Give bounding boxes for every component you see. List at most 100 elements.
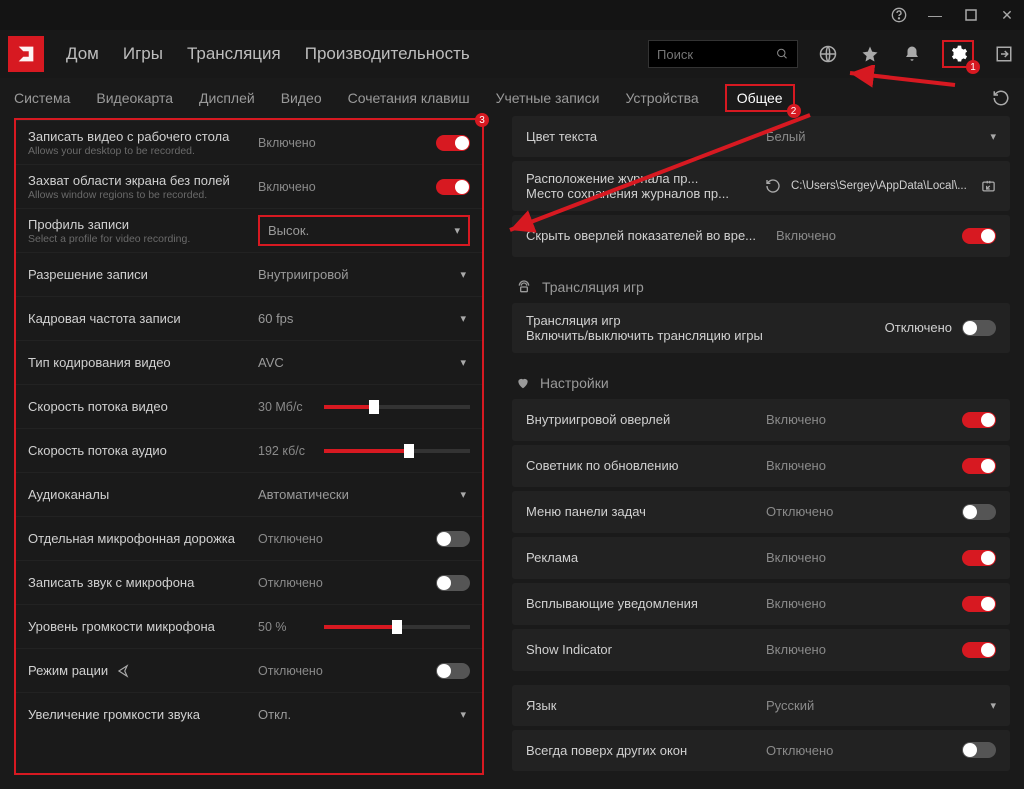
slider[interactable] bbox=[324, 449, 470, 453]
subtab-devices[interactable]: Устройства bbox=[625, 90, 698, 106]
exit-icon[interactable] bbox=[992, 42, 1016, 66]
text-color-row[interactable]: Цвет текста Белый ▾ bbox=[512, 116, 1010, 157]
maximize-icon[interactable] bbox=[962, 6, 980, 24]
text-color-value: Белый bbox=[766, 129, 990, 144]
toggle[interactable] bbox=[962, 458, 996, 474]
settings-row[interactable]: Всплывающие уведомленияВключено bbox=[512, 583, 1010, 625]
nav-home[interactable]: Дом bbox=[66, 44, 99, 64]
globe-icon[interactable] bbox=[816, 42, 840, 66]
section-stream: Трансляция игр bbox=[516, 279, 1010, 295]
hide-overlay-label: Скрыть оверлей показателей во вре... bbox=[526, 228, 776, 243]
text-color-label: Цвет текста bbox=[526, 129, 766, 144]
setting-value: 30 Мб/с bbox=[258, 400, 314, 414]
slider[interactable] bbox=[324, 625, 470, 629]
toggle[interactable] bbox=[962, 550, 996, 566]
setting-row: АудиоканалыАвтоматически▾ bbox=[16, 472, 482, 516]
dropdown[interactable]: AVC▾ bbox=[258, 355, 470, 370]
log-location-sub: Место сохранения журналов пр... bbox=[526, 186, 729, 201]
recording-panel: 3 Записать видео с рабочего столаAllows … bbox=[14, 118, 484, 775]
log-location-label: Расположение журнала пр... bbox=[526, 171, 755, 186]
subtab-accounts[interactable]: Учетные записи bbox=[496, 90, 600, 106]
toggle[interactable] bbox=[962, 596, 996, 612]
titlebar: — ✕ bbox=[0, 0, 1024, 30]
dropdown[interactable]: 60 fps▾ bbox=[258, 311, 470, 326]
toggle[interactable] bbox=[436, 531, 470, 547]
star-icon[interactable] bbox=[858, 42, 882, 66]
share-icon[interactable] bbox=[116, 664, 130, 678]
dropdown[interactable]: Внутриигровой▾ bbox=[258, 267, 470, 282]
settings-row[interactable]: Советник по обновлениюВключено bbox=[512, 445, 1010, 487]
setting-label: Захват области экрана без полейAllows wi… bbox=[28, 173, 258, 201]
help-icon[interactable] bbox=[890, 6, 908, 24]
subtab-display[interactable]: Дисплей bbox=[199, 90, 255, 106]
reset-icon[interactable] bbox=[992, 89, 1010, 107]
language-label: Язык bbox=[526, 698, 766, 713]
toggle[interactable] bbox=[962, 412, 996, 428]
chevron-down-icon: ▾ bbox=[460, 708, 466, 721]
setting-label: Тип кодирования видео bbox=[28, 355, 258, 370]
bell-icon[interactable] bbox=[900, 42, 924, 66]
ontop-label: Всегда поверх других окон bbox=[526, 743, 766, 758]
dropdown[interactable]: Высок.▾ bbox=[258, 215, 470, 246]
open-folder-icon[interactable] bbox=[981, 179, 996, 194]
setting-label: Записать звук с микрофона bbox=[28, 575, 258, 590]
settings-row-label: Советник по обновлению bbox=[526, 458, 766, 473]
stream-toggle-row[interactable]: Трансляция игр Включить/выключить трансл… bbox=[512, 303, 1010, 353]
language-row[interactable]: Язык Русский ▾ bbox=[512, 685, 1010, 726]
dropdown[interactable]: Откл.▾ bbox=[258, 707, 470, 722]
search-input[interactable] bbox=[657, 47, 776, 62]
nav-perf[interactable]: Производительность bbox=[305, 44, 470, 64]
setting-value: Отключено bbox=[258, 532, 323, 546]
setting-row: Кадровая частота записи60 fps▾ bbox=[16, 296, 482, 340]
language-value: Русский bbox=[766, 698, 990, 713]
setting-label: Скорость потока аудио bbox=[28, 443, 258, 458]
setting-row: Захват области экрана без полейAllows wi… bbox=[16, 164, 482, 208]
settings-row[interactable]: Show IndicatorВключено bbox=[512, 629, 1010, 671]
settings-button-highlight[interactable]: 1 bbox=[942, 40, 974, 68]
nav-games[interactable]: Игры bbox=[123, 44, 163, 64]
ontop-row[interactable]: Всегда поверх других окон Отключено bbox=[512, 730, 1010, 771]
subtab-general-label: Общее bbox=[737, 90, 783, 106]
dropdown[interactable]: Автоматически▾ bbox=[258, 487, 470, 502]
refresh-icon[interactable] bbox=[765, 178, 781, 194]
badge-3: 3 bbox=[475, 113, 489, 127]
toggle[interactable] bbox=[436, 575, 470, 591]
setting-label: Разрешение записи bbox=[28, 267, 258, 282]
subtab-video[interactable]: Видео bbox=[281, 90, 322, 106]
nav-stream[interactable]: Трансляция bbox=[187, 44, 281, 64]
navbar: Дом Игры Трансляция Производительность 1 bbox=[0, 30, 1024, 78]
settings-row[interactable]: Внутриигровой оверлейВключено bbox=[512, 399, 1010, 441]
subtab-general[interactable]: Общее 2 bbox=[725, 84, 795, 112]
gear-icon bbox=[948, 44, 968, 64]
hide-overlay-toggle[interactable] bbox=[962, 228, 996, 244]
chevron-down-icon: ▾ bbox=[460, 488, 466, 501]
settings-row[interactable]: Меню панели задачОтключено bbox=[512, 491, 1010, 533]
setting-row: Разрешение записиВнутриигровой▾ bbox=[16, 252, 482, 296]
log-location-row[interactable]: Расположение журнала пр... Место сохране… bbox=[512, 161, 1010, 211]
setting-row: Записать звук с микрофонаОтключено bbox=[16, 560, 482, 604]
setting-label: Профиль записиSelect a profile for video… bbox=[28, 217, 258, 245]
settings-row-label: Реклама bbox=[526, 550, 766, 565]
stream-toggle[interactable] bbox=[962, 320, 996, 336]
badge-1: 1 bbox=[966, 60, 980, 74]
close-icon[interactable]: ✕ bbox=[998, 6, 1016, 24]
setting-row: Тип кодирования видеоAVC▾ bbox=[16, 340, 482, 384]
toggle[interactable] bbox=[436, 179, 470, 195]
hide-overlay-row[interactable]: Скрыть оверлей показателей во вре... Вкл… bbox=[512, 215, 1010, 256]
setting-row: Записать видео с рабочего столаAllows yo… bbox=[16, 120, 482, 164]
settings-row-value: Включено bbox=[766, 596, 962, 611]
chevron-down-icon: ▾ bbox=[460, 268, 466, 281]
toggle[interactable] bbox=[962, 642, 996, 658]
hide-overlay-value: Включено bbox=[776, 228, 962, 243]
subtab-gpu[interactable]: Видеокарта bbox=[96, 90, 173, 106]
subtab-hotkeys[interactable]: Сочетания клавиш bbox=[348, 90, 470, 106]
ontop-toggle[interactable] bbox=[962, 742, 996, 758]
slider[interactable] bbox=[324, 405, 470, 409]
toggle[interactable] bbox=[436, 135, 470, 151]
toggle[interactable] bbox=[436, 663, 470, 679]
toggle[interactable] bbox=[962, 504, 996, 520]
settings-row[interactable]: РекламаВключено bbox=[512, 537, 1010, 579]
subtab-system[interactable]: Система bbox=[14, 90, 70, 106]
minimize-icon[interactable]: — bbox=[926, 6, 944, 24]
search-box[interactable] bbox=[648, 40, 798, 68]
